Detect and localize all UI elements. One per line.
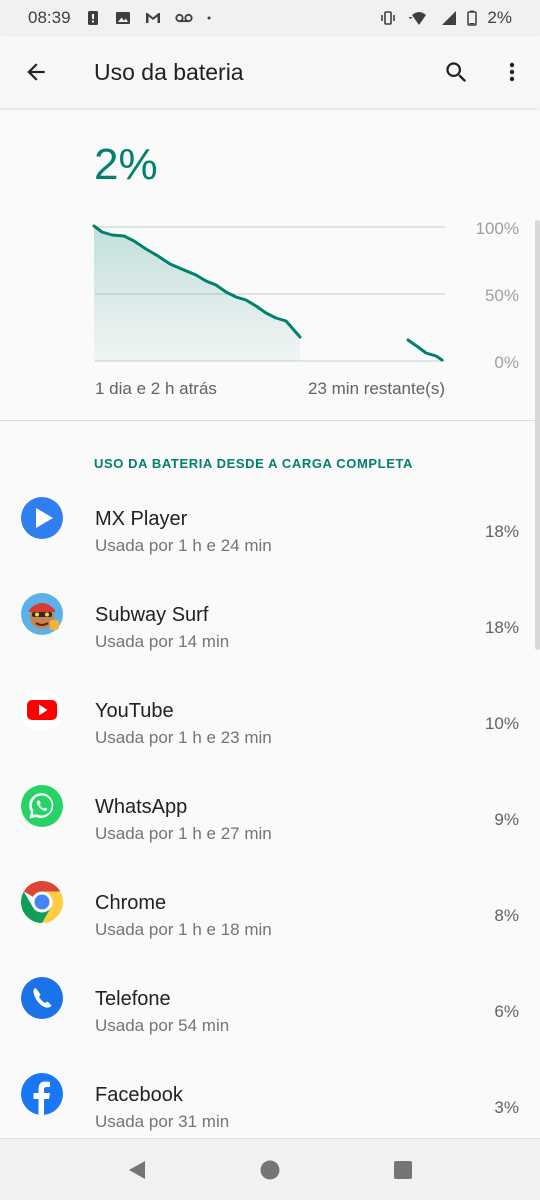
scrollbar[interactable] [535,220,540,650]
signal-icon [442,11,457,25]
back-button[interactable] [0,36,72,108]
status-time: 08:39 [28,8,71,27]
dot-icon [207,16,211,20]
page-title: Uso da bateria [94,58,244,85]
triangle-back-icon [128,1160,145,1179]
search-button[interactable] [428,36,484,108]
mx-player-icon [21,497,63,539]
app-usage: Usada por 1 h e 18 min [95,920,272,939]
status-bar: 08:39 2% [0,0,540,36]
divider [0,420,540,421]
main-content[interactable]: 2% 100% 50% 0% 1 dia e 2 h atrás 23 min … [0,108,540,1138]
app-name: WhatsApp [95,796,188,818]
app-row-mx-player[interactable]: MX Player Usada por 1 h e 24 min 18% [0,472,540,568]
app-row-facebook[interactable]: Facebook Usada por 31 min 3% [0,1048,540,1138]
app-percent: 9% [494,810,519,829]
battery-level: 2% [94,140,158,189]
app-usage: Usada por 1 h e 24 min [95,536,272,555]
y-label-100: 100% [476,219,519,238]
chrome-icon [20,881,64,923]
app-row-chrome[interactable]: Chrome Usada por 1 h e 18 min 8% [0,856,540,952]
phone-icon [21,977,63,1019]
app-percent: 18% [484,618,519,637]
section-title: USO DA BATERIA DESDE A CARGA COMPLETA [94,456,414,471]
app-usage: Usada por 1 h e 27 min [95,824,272,843]
app-name: Telefone [95,988,171,1010]
app-usage: Usada por 14 min [95,632,230,651]
nav-recents-button[interactable] [383,1150,423,1190]
nav-back-button[interactable] [117,1150,157,1190]
gmail-icon [145,13,160,23]
app-row-subway-surf[interactable]: Subway Surf Usada por 14 min 18% [0,568,540,664]
chart-line-projection [406,338,444,362]
navigation-bar [0,1138,540,1200]
app-percent: 3% [494,1098,519,1117]
subway-surf-icon [21,593,63,635]
whatsapp-icon [21,785,63,827]
app-name: Chrome [95,892,167,914]
alert-icon [87,11,98,25]
square-recents-icon [394,1160,413,1179]
y-label-0: 0% [494,353,519,372]
app-name: Subway Surf [95,604,209,626]
nav-home-button[interactable] [250,1150,290,1190]
arrow-back-icon [27,63,45,81]
wifi-icon [408,12,427,25]
app-usage-list: MX Player Usada por 1 h e 24 min 18% Sub… [0,472,540,1138]
facebook-icon [21,1073,63,1115]
battery-percent-status: 2% [487,8,512,27]
app-percent: 6% [494,1002,519,1021]
app-percent: 10% [484,714,519,733]
more-vert-icon [509,62,515,82]
circle-home-icon [260,1160,280,1179]
app-usage: Usada por 1 h e 23 min [95,728,272,747]
battery-icon [467,10,478,26]
app-name: YouTube [95,700,174,722]
app-bar: Uso da bateria [0,36,540,108]
app-name: MX Player [95,508,188,530]
youtube-icon [21,689,63,731]
app-usage: Usada por 54 min [95,1016,230,1035]
vibrate-icon [381,11,396,25]
app-usage: Usada por 31 min [95,1112,230,1131]
app-row-telefone[interactable]: Telefone Usada por 54 min 6% [0,952,540,1048]
app-percent: 8% [494,906,519,925]
y-label-50: 50% [485,286,519,305]
voicemail-icon [174,13,193,23]
battery-chart: 100% 50% 0% 1 dia e 2 h atrás 23 min res… [92,219,519,398]
search-icon [445,61,466,82]
app-row-whatsapp[interactable]: WhatsApp Usada por 1 h e 27 min 9% [0,760,540,856]
more-options-button[interactable] [484,36,540,108]
image-icon [115,12,130,24]
app-row-youtube[interactable]: YouTube Usada por 1 h e 23 min 10% [0,664,540,760]
app-percent: 18% [484,522,519,541]
x-label-start: 1 dia e 2 h atrás [95,379,217,398]
x-label-end: 23 min restante(s) [308,379,445,398]
app-name: Facebook [95,1084,183,1106]
